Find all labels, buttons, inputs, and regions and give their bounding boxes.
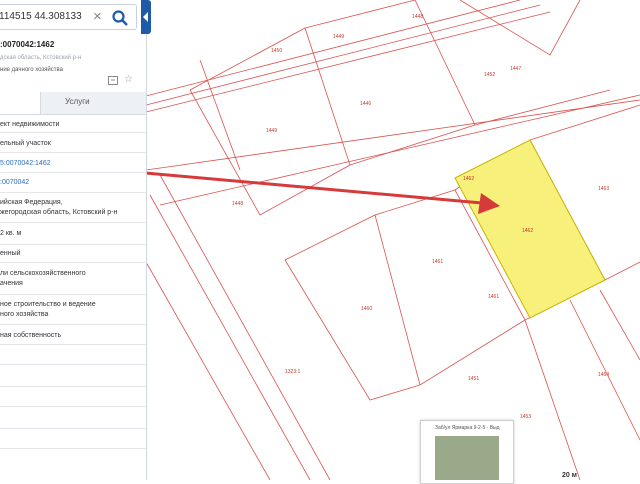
detail-value: ельный участок: [0, 140, 51, 147]
parcel-label: 1461: [432, 259, 443, 265]
detail-value: ийская Федерация,: [0, 199, 63, 206]
search-input[interactable]: 114515 44.308133: [0, 11, 82, 22]
parcel-label: 1448: [232, 201, 243, 207]
detail-value: ект недвижимости: [0, 121, 60, 128]
detail-row: ли сельскохозяйственного ачения: [0, 263, 146, 295]
tab-services[interactable]: Услуги: [65, 97, 90, 106]
cadastral-number: :0070042:1462: [0, 40, 55, 49]
detail-row: ельный участок: [0, 133, 146, 153]
parcel-label: 1448: [412, 14, 423, 20]
star-icon[interactable]: ☆: [124, 74, 133, 85]
cadastral-link[interactable]: 5:0070042:1462: [0, 159, 146, 169]
search-box[interactable]: 114515 44.308133 ×: [0, 4, 137, 30]
detail-row: енный: [0, 245, 146, 263]
detail-value: жегородская область, Кстовский р-н: [0, 209, 118, 216]
parcel-label: 1449: [266, 128, 277, 134]
satellite-thumbnail[interactable]: Заб/ул Ярмарка 9-2-5 · Выд: [420, 420, 514, 484]
thumbnail-image: [435, 436, 499, 480]
clear-icon[interactable]: ×: [93, 8, 102, 26]
search-icon[interactable]: [111, 9, 129, 27]
parcel-label: 1463: [598, 186, 609, 192]
detail-value: ного хозяйства: [0, 311, 49, 318]
quarter-link[interactable]: :0070042: [0, 178, 146, 188]
detail-row: [0, 429, 146, 449]
detail-row: [0, 387, 146, 407]
parcel-label: 1447: [510, 66, 521, 72]
region-line: дская область, Кстовский р-н: [0, 55, 82, 61]
parcel-label: 1461: [488, 294, 499, 300]
tab-bar: Услуги: [0, 92, 146, 115]
parcel-label: 1464: [598, 372, 609, 378]
detail-value: ное строительство и ведение: [0, 301, 96, 308]
detail-row[interactable]: :0070042: [0, 173, 146, 193]
parcel-label: 1452: [484, 72, 495, 78]
detail-row: ийская Федерация, жегородская область, К…: [0, 193, 146, 223]
detail-value: ачения: [0, 280, 23, 287]
detail-row: 2 кв. м: [0, 223, 146, 245]
collapse-panel-button[interactable]: [141, 0, 151, 34]
thumbnail-title: Заб/ул Ярмарка 9-2-5 · Выд: [435, 425, 500, 431]
detail-row: ект недвижимости: [0, 116, 146, 133]
detail-row: [0, 345, 146, 365]
detail-value: ная собственность: [0, 332, 62, 339]
detail-value: енный: [0, 250, 21, 257]
map-icon[interactable]: [108, 76, 118, 85]
parcel-label: 1451: [468, 376, 479, 382]
detail-value: 2 кв. м: [0, 230, 22, 237]
parcel-label: 1449: [333, 34, 344, 40]
detail-row[interactable]: 5:0070042:1462: [0, 153, 146, 173]
detail-value: ли сельскохозяйственного: [0, 270, 86, 277]
parcel-label: 1462: [522, 228, 533, 234]
scale-label: 20 м: [562, 472, 577, 479]
parcel-label: 1462: [463, 176, 474, 182]
parcel-label: 1446: [360, 101, 371, 107]
detail-row: ное строительство и ведение ного хозяйст…: [0, 295, 146, 325]
detail-row: [0, 365, 146, 387]
detail-row: [0, 407, 146, 429]
parcel-label: 1460: [361, 306, 372, 312]
tab-info[interactable]: [0, 92, 41, 114]
info-panel: 114515 44.308133 × :0070042:1462 дская о…: [0, 0, 147, 480]
use-line: ние дачного хозяйства: [0, 67, 63, 73]
parcel-label: 1453: [520, 414, 531, 420]
detail-row: ная собственность: [0, 325, 146, 345]
parcel-label: 1323:1: [285, 369, 301, 375]
parcel-label: 1450: [271, 48, 282, 54]
